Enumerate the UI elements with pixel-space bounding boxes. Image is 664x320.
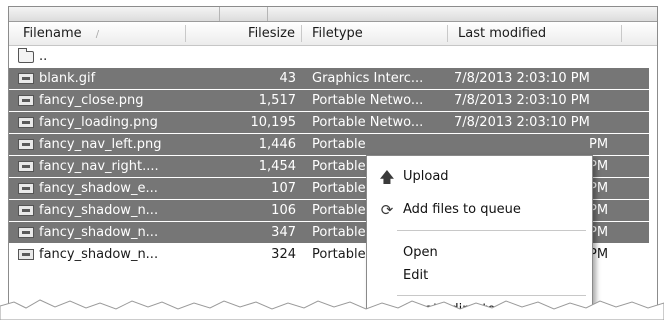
file-icon: [18, 95, 34, 106]
column-header-filetype-label: Filetype: [312, 26, 363, 41]
toolbar-strip: [9, 7, 657, 22]
column-header-row: Filename / Filesize Filetype Last modifi…: [9, 22, 657, 46]
file-modified: PM: [589, 159, 609, 174]
sort-ascending-icon: /: [95, 29, 100, 40]
file-size: 347: [271, 225, 296, 240]
add-to-queue-icon: ⟳: [380, 201, 394, 219]
file-name: fancy_loading.png: [39, 115, 158, 130]
file-modified: 7/8/2013 2:03:10 PM: [454, 93, 590, 108]
file-row[interactable]: blank.gif 43 Graphics Interc... 7/8/2013…: [9, 68, 649, 89]
file-row[interactable]: fancy_close.png 1,517 Portable Netwo... …: [9, 90, 649, 111]
file-modified: PM: [589, 181, 609, 196]
file-size: 1,517: [258, 93, 296, 108]
menu-item-add-files-to-queue[interactable]: ⟳ Add files to queue: [367, 198, 592, 222]
context-menu: 🡅 Upload ⟳ Add files to queue Open Edit …: [366, 155, 593, 311]
file-row[interactable]: fancy_nav_left.png 1,446 Portable PM: [9, 134, 649, 155]
menu-item-open[interactable]: Open: [367, 241, 592, 265]
menu-item-upload[interactable]: 🡅 Upload: [367, 165, 592, 189]
file-name: fancy_shadow_n...: [39, 203, 159, 218]
column-header-filesize-label: Filesize: [248, 26, 295, 41]
file-type: Portable Netwo...: [312, 115, 424, 130]
torn-edge-decoration: [0, 299, 664, 320]
file-modified: PM: [589, 247, 609, 262]
menu-item-add-files-to-queue-label: Add files to queue: [403, 202, 521, 217]
parent-directory-row[interactable]: ..: [9, 46, 657, 67]
file-size: 10,195: [250, 115, 297, 130]
file-icon: [18, 117, 34, 128]
file-type: Portable Netwo...: [312, 93, 424, 108]
file-row[interactable]: fancy_loading.png 10,195 Portable Netwo.…: [9, 112, 649, 133]
menu-item-upload-label: Upload: [403, 169, 449, 184]
file-name: fancy_nav_right....: [39, 159, 159, 174]
column-header-filename[interactable]: Filename /: [23, 22, 99, 45]
menu-item-open-label: Open: [403, 245, 438, 260]
file-name: fancy_shadow_e...: [39, 181, 158, 196]
file-icon: [18, 227, 34, 238]
menu-item-edit-label: Edit: [403, 268, 429, 283]
column-header-filetype[interactable]: Filetype: [312, 22, 363, 45]
file-icon: [18, 183, 34, 194]
remote-file-list-panel: Filename / Filesize Filetype Last modifi…: [8, 6, 658, 312]
file-name: fancy_shadow_n...: [39, 225, 159, 240]
file-modified: PM: [589, 203, 609, 218]
file-name: fancy_close.png: [39, 93, 144, 108]
file-modified: PM: [589, 225, 609, 240]
file-type: Portable: [312, 137, 366, 152]
file-size: 43: [279, 71, 296, 86]
column-header-filename-label: Filename: [23, 26, 82, 41]
column-header-filesize[interactable]: Filesize: [191, 22, 295, 45]
file-icon: [18, 249, 34, 260]
menu-separator: [397, 230, 586, 231]
file-modified: PM: [589, 137, 609, 152]
file-icon: [18, 73, 34, 84]
menu-item-edit[interactable]: Edit: [367, 264, 592, 288]
file-name: fancy_nav_left.png: [39, 137, 162, 152]
file-size: 106: [271, 203, 296, 218]
file-modified: 7/8/2013 2:03:10 PM: [454, 71, 590, 86]
file-icon: [18, 139, 34, 150]
file-size: 1,454: [258, 159, 296, 174]
file-modified: 7/8/2013 2:03:10 PM: [454, 115, 590, 130]
column-header-last-modified[interactable]: Last modified: [458, 22, 546, 45]
parent-directory-label: ..: [39, 49, 48, 64]
file-name: fancy_shadow_n...: [39, 247, 159, 262]
column-header-last-modified-label: Last modified: [458, 26, 547, 41]
upload-arrow-icon: 🡅: [379, 168, 395, 186]
file-type: Graphics Interc...: [312, 71, 424, 86]
file-size: 107: [271, 181, 296, 196]
file-icon: [18, 205, 34, 216]
file-size: 1,446: [258, 137, 296, 152]
folder-icon: [18, 48, 34, 63]
file-icon: [18, 161, 34, 172]
file-name: blank.gif: [39, 71, 96, 86]
file-size: 324: [271, 247, 296, 262]
